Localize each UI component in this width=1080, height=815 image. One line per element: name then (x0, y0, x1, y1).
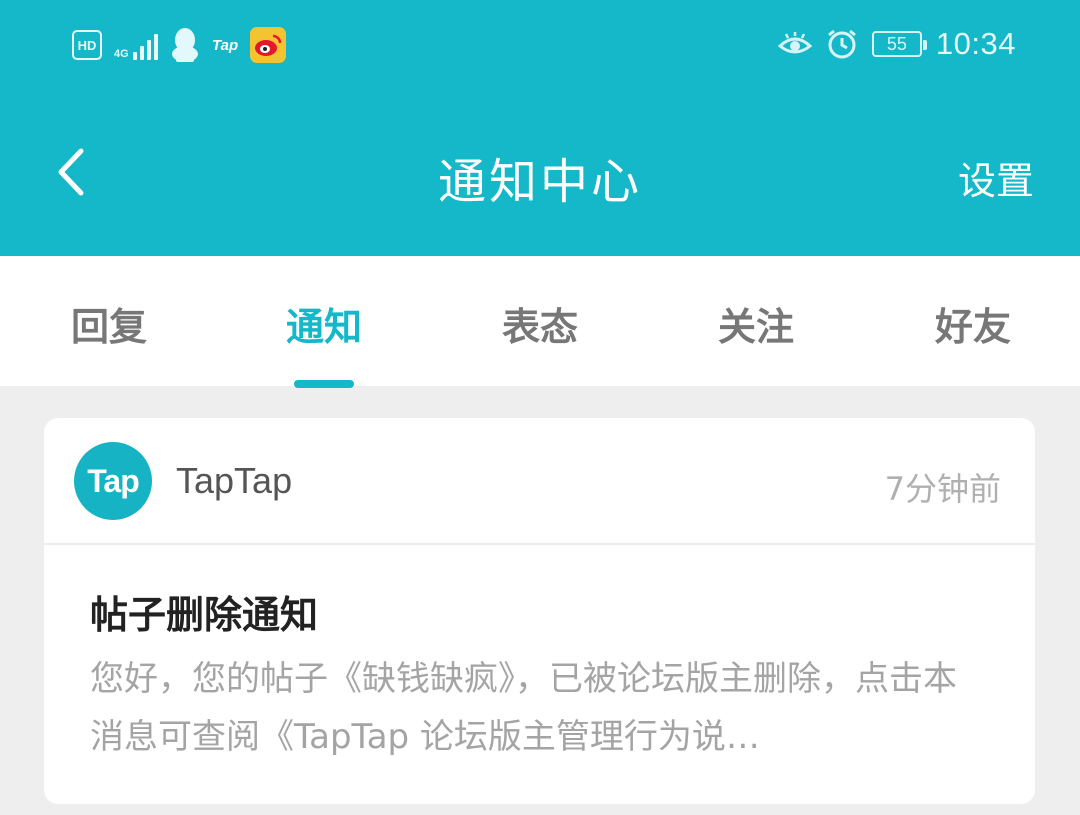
avatar-logo-text: Tap (87, 462, 140, 499)
taptap-icon: Tap (212, 36, 239, 54)
active-tab-indicator (294, 380, 354, 388)
battery-level: 55 (886, 33, 907, 54)
battery-icon: 55 (871, 31, 927, 57)
signal-icon: 4G (114, 30, 158, 60)
tab-bar: 回复 通知 表态 关注 好友 (0, 256, 1080, 388)
notification-card[interactable]: Tap TapTap 7分钟前 帖子删除通知 您好，您的帖子《缺钱缺疯》，已被论… (44, 418, 1035, 804)
notification-time: 7分钟前 (884, 470, 1001, 508)
status-time: 10:34 (935, 26, 1016, 61)
avatar[interactable]: Tap (74, 442, 152, 520)
settings-button[interactable]: 设置 (958, 150, 1034, 205)
status-right-icons: 55 10:34 (777, 24, 1016, 64)
alarm-icon (827, 29, 856, 59)
app-header: HD 4G Tap 55 10:34 通知中心 设置 (0, 0, 1080, 256)
status-left-icons: HD 4G Tap (72, 26, 287, 64)
network-type-label: 4G (114, 48, 129, 60)
tab-reply[interactable]: 回复 (29, 296, 189, 351)
qq-icon (172, 28, 198, 62)
hd-icon: HD (72, 30, 102, 60)
page-title: 通知中心 (437, 154, 642, 210)
eye-icon (777, 32, 812, 54)
tab-notification[interactable]: 通知 (244, 296, 404, 351)
weibo-icon (250, 27, 287, 63)
notification-title: 帖子删除通知 (90, 593, 319, 637)
tab-reaction[interactable]: 表态 (460, 296, 620, 351)
sender-name[interactable]: TapTap (176, 460, 292, 502)
tab-follow[interactable]: 关注 (676, 296, 836, 351)
title-bar: 通知中心 设置 (0, 120, 1080, 230)
status-bar: HD 4G Tap 55 10:34 (0, 0, 1080, 90)
notification-body: 您好，您的帖子《缺钱缺疯》，已被论坛版主删除，点击本消息可查阅《TapTap 论… (90, 659, 957, 757)
notification-header: Tap TapTap 7分钟前 (44, 418, 1035, 545)
tab-friends[interactable]: 好友 (893, 296, 1053, 351)
